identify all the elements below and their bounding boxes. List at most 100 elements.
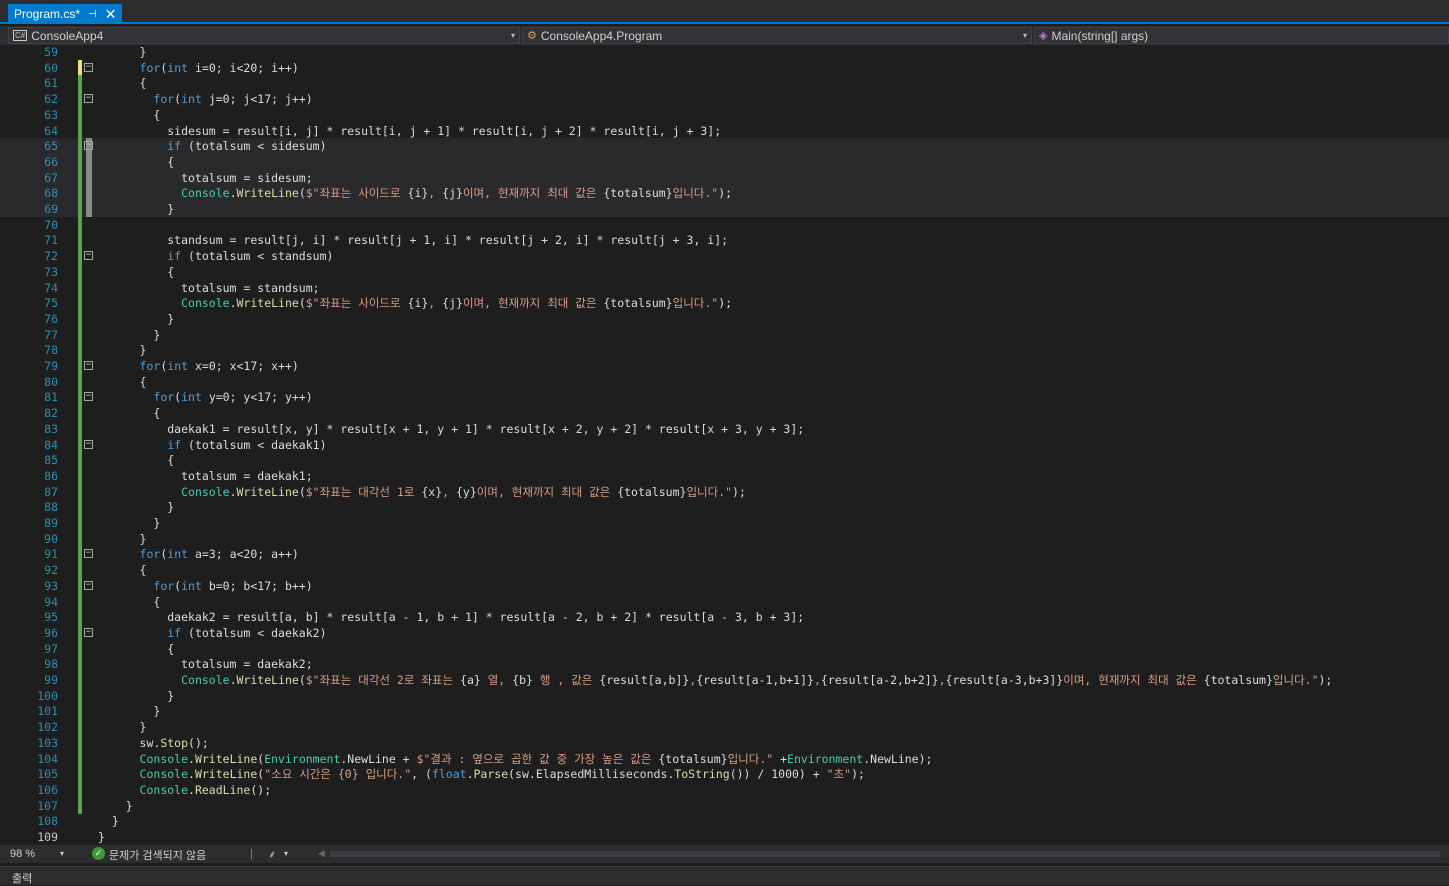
code-line[interactable]: 84 − if (totalsum < daekak1) (0, 436, 1449, 453)
code-line[interactable]: 82 { (0, 405, 1449, 422)
collapse-icon[interactable]: − (84, 361, 93, 370)
code-text[interactable]: daekak1 = result[x, y] * result[x + 1, y… (98, 421, 804, 437)
code-text[interactable]: } (98, 719, 147, 735)
tab-program-cs[interactable]: Program.cs* ⊣ ✕ (8, 4, 123, 24)
code-text[interactable]: for(int b=0; b<17; b++) (98, 578, 312, 594)
code-line[interactable]: 87 Console.WriteLine($"좌표는 대각선 1로 {x}, {… (0, 483, 1449, 500)
code-line[interactable]: 97 { (0, 640, 1449, 657)
code-text[interactable]: sidesum = result[i, j] * result[i, j + 1… (98, 123, 721, 139)
code-line[interactable]: 60 − for(int i=0; i<20; i++) (0, 59, 1449, 76)
code-text[interactable]: totalsum = sidesum; (98, 170, 313, 186)
code-line[interactable]: 106 Console.ReadLine(); (0, 781, 1449, 798)
code-line[interactable]: 67 totalsum = sidesum; (0, 169, 1449, 186)
code-line[interactable]: 92 { (0, 562, 1449, 579)
code-line[interactable]: 108 } (0, 813, 1449, 829)
code-line[interactable]: 94 { (0, 593, 1449, 610)
code-line[interactable]: 73 { (0, 263, 1449, 280)
code-text[interactable]: } (98, 515, 160, 531)
code-line[interactable]: 80 { (0, 373, 1449, 390)
collapse-icon[interactable]: − (84, 627, 93, 637)
chevron-down-icon[interactable]: ▾ (284, 849, 288, 858)
code-line[interactable]: 91 − for(int a=3; a<20; a++) (0, 546, 1449, 563)
member-dropdown[interactable]: ◈ Main(string[] args) (1034, 27, 1449, 44)
code-line[interactable]: 78 } (0, 342, 1449, 359)
code-text[interactable]: } (98, 311, 174, 327)
code-editor[interactable]: 59 } 60− for(int i=0; i<20; i++) 61 {62− f… (0, 45, 1449, 845)
code-line[interactable]: 70 (0, 216, 1449, 233)
issues-status[interactable]: 문제가 검색되지 않음 (109, 847, 206, 863)
code-line[interactable]: 100 } (0, 687, 1449, 704)
code-text[interactable]: } (98, 703, 160, 719)
code-text[interactable]: Console.WriteLine($"좌표는 대각선 1로 {x}, {y}이… (98, 484, 746, 500)
code-text[interactable]: Console.ReadLine(); (98, 782, 272, 798)
code-line[interactable]: 71 standsum = result[j, i] * result[j + … (0, 232, 1449, 249)
code-text[interactable]: } (98, 531, 147, 547)
code-text[interactable]: totalsum = standsum; (98, 280, 319, 296)
collapse-icon[interactable]: − (84, 94, 93, 104)
collapse-icon[interactable]: − (84, 549, 93, 559)
code-line[interactable]: 90 } (0, 530, 1449, 547)
code-text[interactable]: } (98, 201, 174, 217)
code-text[interactable]: Console.WriteLine($"좌표는 사이드로 {i}, {j}이며,… (98, 295, 732, 311)
code-line[interactable]: 85 { (0, 452, 1449, 469)
code-line[interactable]: 95 daekak2 = result[a, b] * result[a - 1… (0, 609, 1449, 626)
code-cleanup-icon[interactable]: ⸙ (268, 847, 276, 862)
code-text[interactable]: { (98, 264, 174, 280)
code-text[interactable]: } (98, 813, 119, 829)
code-text[interactable]: } (98, 688, 174, 704)
code-text[interactable]: { (98, 154, 174, 170)
code-line[interactable]: 102 } (0, 719, 1449, 736)
code-line[interactable]: 72 − if (totalsum < standsum) (0, 248, 1449, 265)
collapse-icon[interactable]: − (84, 580, 93, 590)
code-text[interactable]: if (totalsum < standsum) (98, 248, 333, 264)
code-line[interactable]: 103 sw.Stop(); (0, 734, 1449, 751)
code-text[interactable]: Console.WriteLine($"좌표는 사이드로 {i}, {j}이며,… (98, 185, 732, 201)
code-text[interactable]: for(int y=0; y<17; y++) (98, 389, 312, 405)
code-line[interactable]: 105 Console.WriteLine("소요 시간은 {0} 입니다.",… (0, 766, 1449, 783)
code-line[interactable]: 86 totalsum = daekak1; (0, 467, 1449, 484)
code-text[interactable]: { (98, 641, 174, 657)
collapse-icon[interactable]: − (84, 251, 93, 261)
code-text[interactable]: Console.WriteLine(Environment.NewLine + … (98, 751, 933, 767)
code-text[interactable]: } (98, 829, 105, 845)
collapse-icon[interactable]: − (84, 439, 93, 449)
code-text[interactable]: if (totalsum < daekak1) (98, 437, 326, 453)
code-line[interactable]: 107 } (0, 797, 1449, 814)
code-text[interactable]: } (98, 45, 147, 60)
collapse-icon[interactable]: − (84, 141, 93, 151)
code-text[interactable]: { (98, 374, 147, 390)
code-text[interactable]: { (98, 107, 160, 123)
project-dropdown[interactable]: C# ConsoleApp4 ▾ (8, 27, 520, 44)
code-text[interactable]: { (98, 562, 147, 578)
code-line[interactable]: 74 totalsum = standsum; (0, 279, 1449, 296)
code-line[interactable]: 81 − for(int y=0; y<17; y++) (0, 389, 1449, 406)
code-line[interactable]: 62 − for(int j=0; j<17; j++) (0, 91, 1449, 108)
code-text[interactable]: sw.Stop(); (98, 735, 209, 751)
code-line[interactable]: 65 − if (totalsum < sidesum) (0, 138, 1449, 155)
code-line[interactable]: 99 Console.WriteLine($"좌표는 대각선 2로 좌표는 {a… (0, 672, 1449, 688)
pin-icon[interactable]: ⊣ (88, 9, 97, 20)
code-line[interactable]: 68 Console.WriteLine($"좌표는 사이드로 {i}, {j}… (0, 185, 1449, 202)
horizontal-scrollbar[interactable] (330, 851, 1440, 857)
code-line[interactable]: 69 } (0, 201, 1449, 217)
code-line[interactable]: 79 − for(int x=0; x<17; x++) (0, 358, 1449, 374)
code-text[interactable]: daekak2 = result[a, b] * result[a - 1, b… (98, 609, 804, 625)
type-dropdown[interactable]: ⚙ ConsoleApp4.Program ▾ (522, 27, 1032, 44)
code-line[interactable]: 75 Console.WriteLine($"좌표는 사이드로 {i}, {j}… (0, 295, 1449, 312)
code-text[interactable]: } (98, 342, 147, 358)
code-text[interactable]: { (98, 594, 160, 610)
code-line[interactable]: 89 } (0, 515, 1449, 531)
code-line[interactable]: 61 { (0, 75, 1449, 92)
code-text[interactable]: { (98, 452, 174, 468)
collapse-icon[interactable]: − (84, 392, 93, 402)
code-line[interactable]: 101 } (0, 703, 1449, 720)
code-line[interactable]: 83 daekak1 = result[x, y] * result[x + 1… (0, 420, 1449, 437)
code-line[interactable]: 93 − for(int b=0; b<17; b++) (0, 577, 1449, 594)
code-text[interactable]: } (98, 499, 174, 515)
code-line[interactable]: 98 totalsum = daekak2; (0, 656, 1449, 673)
code-line[interactable]: 63 { (0, 106, 1449, 123)
code-line[interactable]: 77 } (0, 326, 1449, 343)
code-text[interactable]: { (98, 405, 160, 421)
code-line[interactable]: 64 sidesum = result[i, j] * result[i, j … (0, 122, 1449, 139)
code-line[interactable]: 59 } (0, 45, 1449, 60)
